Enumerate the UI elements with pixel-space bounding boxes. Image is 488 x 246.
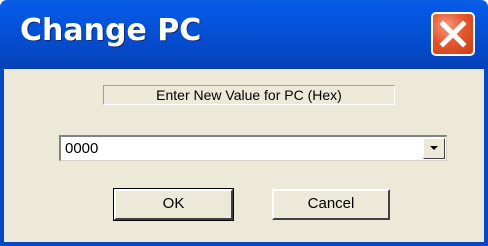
- change-pc-dialog: Change PC Enter New Value for PC (Hex) 0…: [0, 0, 488, 246]
- dialog-title: Change PC: [20, 13, 202, 48]
- cancel-button[interactable]: Cancel: [272, 189, 390, 220]
- pc-value-combobox[interactable]: 0000: [59, 135, 447, 161]
- pc-value-field[interactable]: 0000: [65, 139, 98, 159]
- close-icon: [439, 20, 467, 48]
- dialog-body: Enter New Value for PC (Hex) 0000 OK Can…: [0, 69, 488, 246]
- close-button[interactable]: [431, 12, 475, 56]
- ok-button[interactable]: OK: [113, 188, 234, 221]
- dropdown-button[interactable]: [423, 138, 445, 159]
- prompt-label: Enter New Value for PC (Hex): [156, 87, 342, 103]
- chevron-down-icon: [430, 146, 438, 150]
- prompt-label-frame: Enter New Value for PC (Hex): [103, 85, 395, 105]
- title-bar[interactable]: Change PC: [0, 0, 488, 69]
